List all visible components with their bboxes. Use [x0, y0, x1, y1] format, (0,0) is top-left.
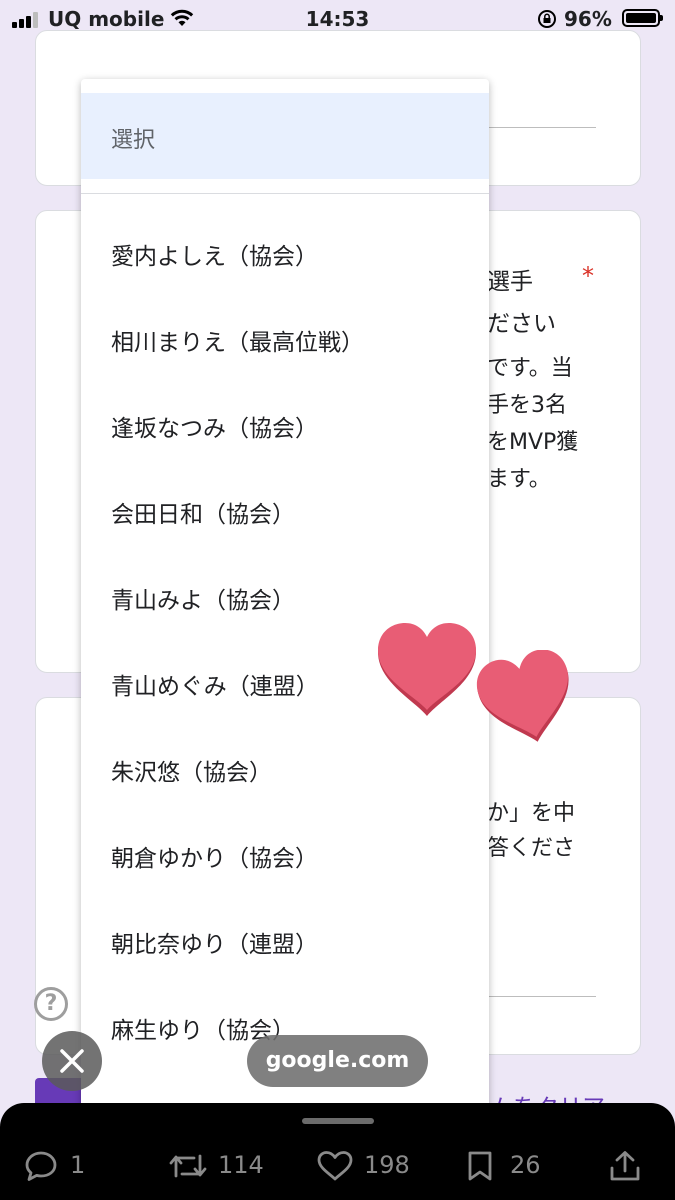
retweet-button[interactable]: 114: [168, 1150, 268, 1182]
option-label: 朝倉ゆかり（協会）: [111, 846, 318, 872]
dropdown-option[interactable]: 愛内よしえ（協会）: [81, 209, 489, 295]
like-count: 198: [364, 1151, 410, 1179]
tweet-action-bar: 1 114 198 26: [0, 1103, 675, 1200]
option-label: 会田日和（協会）: [111, 502, 295, 528]
option-label: 愛内よしえ（協会）: [111, 244, 318, 270]
url-pill[interactable]: google.com: [247, 1035, 428, 1087]
answer-underline: [486, 996, 596, 997]
option-label: 朱沢悠（協会）: [111, 760, 272, 786]
question-description-fragment: か」を中: [487, 801, 576, 826]
reply-count: 1: [70, 1151, 86, 1179]
bookmark-count: 26: [510, 1151, 541, 1179]
orientation-lock-icon: [538, 10, 556, 28]
dropdown-option[interactable]: 朝倉ゆかり（協会）: [81, 811, 489, 897]
like-button[interactable]: 198: [316, 1150, 416, 1182]
heart-icon: [317, 1151, 353, 1181]
placeholder-label: 選択: [111, 128, 156, 153]
retweet-icon: [169, 1154, 207, 1178]
retweet-count: 114: [218, 1151, 264, 1179]
heart-sticker-icon: [378, 623, 476, 716]
share-icon: [610, 1151, 640, 1181]
question-title-fragment: 選手: [487, 269, 533, 295]
heart-sticker-icon: [476, 650, 569, 742]
dropdown-option[interactable]: 朱沢悠（協会）: [81, 725, 489, 811]
question-description-fragment: をMVP獲: [487, 430, 579, 455]
battery-icon: [622, 9, 663, 27]
option-label: 朝比奈ゆり（連盟）: [111, 932, 318, 958]
battery-percentage: 96%: [564, 7, 612, 31]
dropdown-option[interactable]: 朝比奈ゆり（連盟）: [81, 897, 489, 983]
divider: [81, 193, 489, 194]
question-description-fragment: 手を3名: [487, 393, 567, 418]
reply-icon: [25, 1151, 57, 1181]
drag-handle[interactable]: [302, 1118, 374, 1124]
option-label: 相川まりえ（最高位戦）: [111, 330, 364, 356]
required-asterisk: *: [582, 262, 594, 290]
option-label: 逢坂なつみ（協会）: [111, 416, 318, 442]
help-icon[interactable]: ?: [34, 987, 68, 1021]
dropdown-option[interactable]: 会田日和（協会）: [81, 467, 489, 553]
reply-button[interactable]: 1: [24, 1150, 94, 1182]
dropdown-option[interactable]: 逢坂なつみ（協会）: [81, 381, 489, 467]
option-label: 青山みよ（協会）: [111, 588, 295, 614]
bookmark-icon: [468, 1151, 492, 1181]
close-button[interactable]: [42, 1031, 102, 1091]
dropdown-placeholder-option[interactable]: 選択: [81, 93, 489, 179]
option-label: 青山めぐみ（連盟）: [111, 674, 319, 700]
question-description-fragment: です。当: [487, 356, 573, 381]
question-description-fragment: 答くださ: [487, 836, 576, 861]
share-button[interactable]: [608, 1150, 642, 1182]
answer-underline: [486, 127, 596, 128]
close-icon: [60, 1049, 84, 1073]
bookmark-button[interactable]: 26: [464, 1150, 548, 1182]
question-title-fragment: ださい: [487, 311, 556, 337]
question-description-fragment: ます。: [487, 467, 551, 492]
dropdown-option[interactable]: 相川まりえ（最高位戦）: [81, 295, 489, 381]
